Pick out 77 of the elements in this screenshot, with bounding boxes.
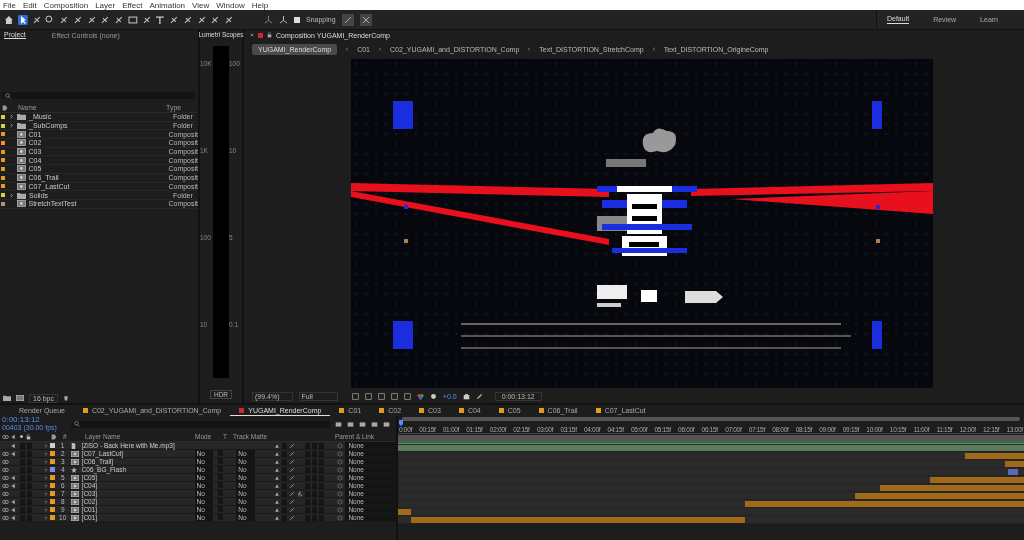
playhead[interactable]	[399, 420, 403, 426]
axis-icon[interactable]	[264, 15, 273, 24]
speaker-icon[interactable]	[11, 506, 17, 513]
rectangle-icon[interactable]	[127, 14, 138, 25]
speaker-icon[interactable]	[11, 498, 17, 505]
comp-swatch	[498, 408, 504, 413]
search-field[interactable]	[2, 92, 195, 99]
comp-swatch	[419, 408, 425, 413]
snap-features-icon[interactable]	[359, 13, 372, 26]
comp-swatch	[595, 408, 601, 413]
menu-item[interactable]: Layer	[95, 0, 116, 10]
chevron-icon[interactable]	[9, 192, 14, 198]
composition-icon[interactable]	[16, 395, 24, 401]
camera-icon[interactable]	[462, 393, 470, 400]
pixel-block	[392, 101, 413, 129]
close-icon[interactable]	[250, 33, 254, 37]
eye-icon[interactable]	[2, 483, 9, 488]
lock-icon[interactable]	[267, 32, 272, 38]
label-tag-icon	[51, 433, 57, 440]
composition-label-swatch	[258, 32, 263, 38]
pixel-block	[871, 321, 882, 349]
eye-icon[interactable]	[2, 475, 9, 480]
noise-cloud-drawing	[642, 128, 676, 153]
speaker-icon	[11, 433, 17, 440]
speaker-icon[interactable]	[11, 450, 17, 457]
comp-swatch	[339, 408, 345, 413]
glitch-strip	[605, 159, 646, 167]
label-tag-icon	[2, 104, 8, 111]
search-icon	[5, 92, 11, 99]
comp-swatch	[379, 408, 385, 413]
comp-swatch	[82, 408, 88, 413]
composition-icon	[16, 200, 26, 208]
audio-file-icon	[70, 442, 76, 449]
menu-item[interactable]: Help	[251, 0, 269, 10]
menu-item[interactable]: File	[3, 0, 16, 10]
solo-icon	[19, 434, 24, 439]
eye-icon[interactable]	[2, 515, 9, 520]
link-icon[interactable]	[475, 393, 483, 400]
menu-item[interactable]: Animation	[149, 0, 186, 10]
pixel-block	[871, 101, 882, 129]
folder-icon	[17, 191, 26, 199]
comp-swatch	[239, 407, 245, 413]
search-field[interactable]	[71, 420, 330, 428]
pixel-block	[392, 321, 413, 349]
snapping-checkbox[interactable]	[294, 16, 300, 23]
color-channels-icon[interactable]	[416, 393, 424, 400]
trash-icon[interactable]	[63, 395, 70, 401]
lock-icon	[26, 433, 31, 440]
work-area-bar[interactable]	[398, 435, 1024, 444]
home-icon[interactable]	[4, 14, 14, 25]
folder-icon[interactable]	[3, 395, 11, 401]
speaker-icon[interactable]	[11, 514, 17, 521]
current-time[interactable]: 0:00:13:12	[2, 416, 66, 424]
menu-item[interactable]: Edit	[22, 0, 37, 10]
text-icon[interactable]	[155, 14, 166, 25]
eye-icon[interactable]	[2, 459, 9, 464]
selection-arrow-icon[interactable]	[17, 14, 28, 25]
search-icon	[74, 421, 80, 427]
eye-icon[interactable]	[2, 499, 9, 504]
menu-item[interactable]: Effect	[122, 0, 143, 10]
effects-icon[interactable]	[297, 490, 303, 497]
snap-edges-icon[interactable]	[341, 13, 354, 26]
menu-item[interactable]: Window	[216, 0, 245, 10]
speaker-icon[interactable]	[11, 474, 17, 481]
eye-icon	[2, 434, 9, 439]
comp-swatch	[538, 408, 544, 413]
menu-item[interactable]: Composition	[43, 0, 89, 10]
eye-icon[interactable]	[2, 491, 9, 496]
eye-icon[interactable]	[2, 467, 9, 472]
eye-icon[interactable]	[2, 507, 9, 512]
eye-icon[interactable]	[2, 451, 9, 456]
star-icon	[70, 466, 77, 473]
menu-item[interactable]: View	[192, 0, 210, 10]
exposure-icon[interactable]	[429, 393, 437, 400]
speaker-icon[interactable]	[11, 482, 17, 489]
comp-swatch	[458, 408, 464, 413]
axis-icon[interactable]	[279, 15, 288, 24]
